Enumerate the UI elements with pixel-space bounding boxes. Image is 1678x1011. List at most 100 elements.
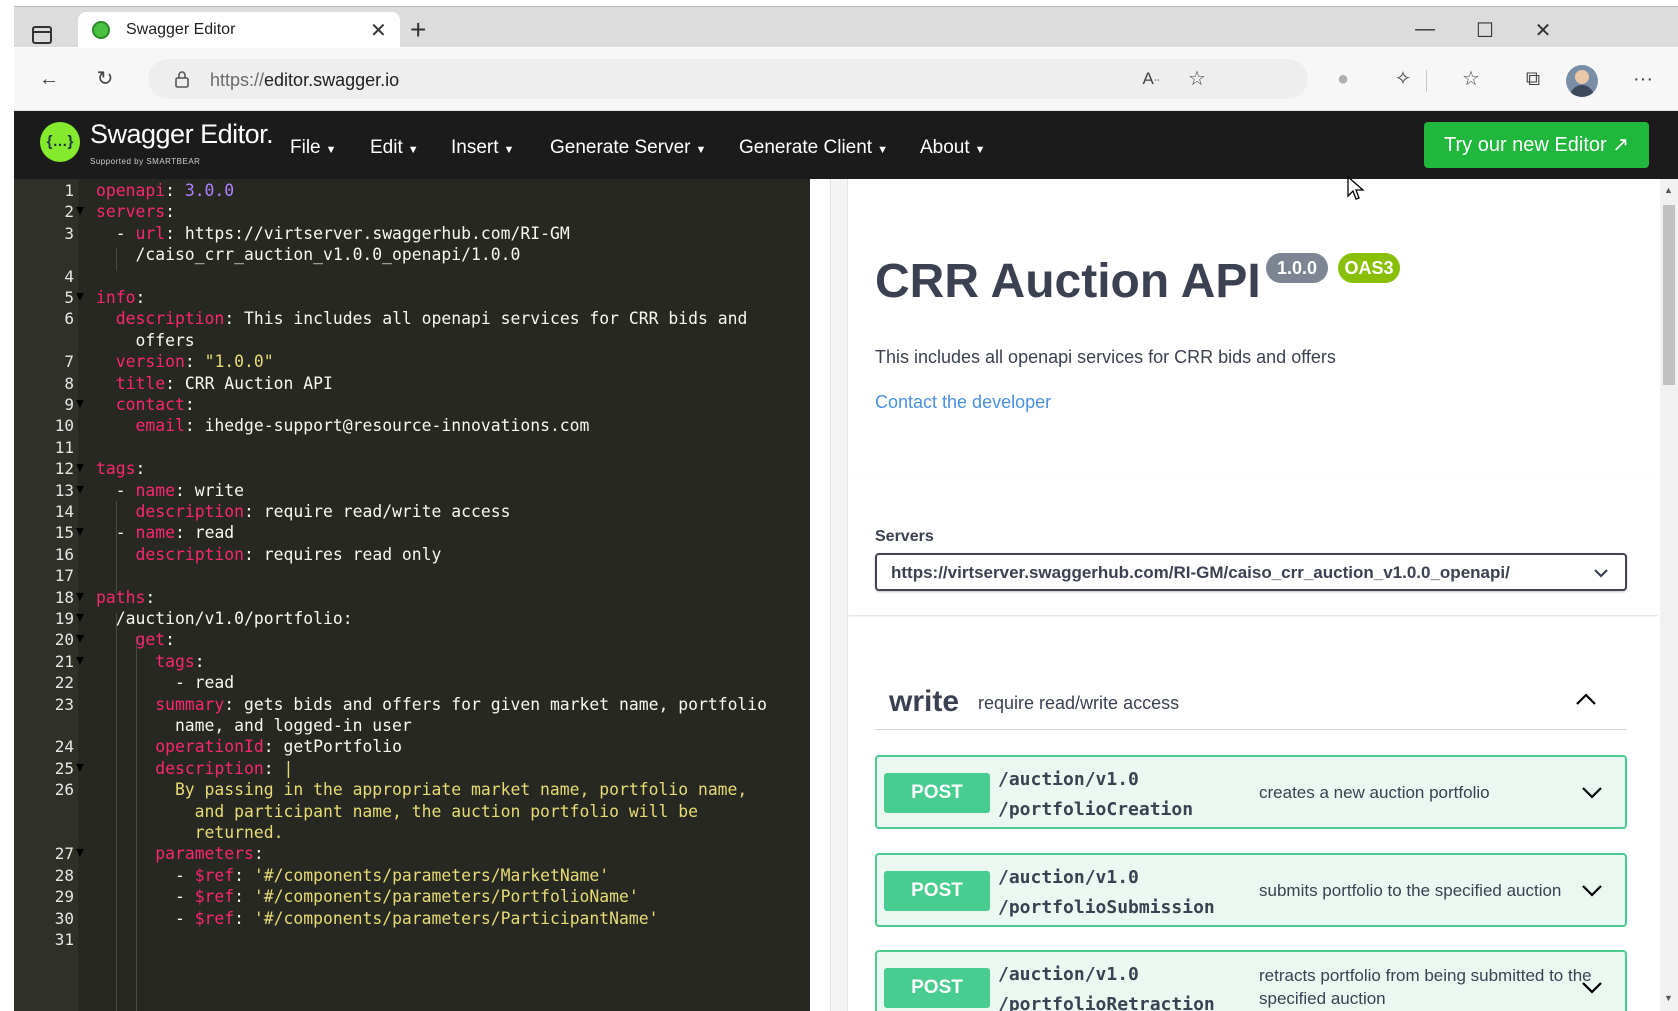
servers-selected-value: https://virtserver.swaggerhub.com/RI-GM/… [891,563,1510,582]
method-badge: POST [884,968,990,1008]
servers-section [848,475,1658,615]
browser-tab[interactable]: Swagger Editor ✕ [78,12,400,48]
code-line[interactable]: description: This includes all openapi s… [96,307,748,330]
read-aloud-icon[interactable]: Aᐧᐧ [1138,66,1164,92]
back-icon[interactable]: ← [36,66,62,92]
contact-developer-link[interactable]: Contact the developer [875,392,1051,413]
fold-arrow-icon[interactable]: ▾ [76,286,84,306]
code-line[interactable]: title: CRR Auction API [96,372,333,395]
more-icon[interactable]: ··· [1630,66,1656,92]
chevron-down-icon[interactable] [1581,781,1603,803]
pane-splitter[interactable] [830,179,848,1011]
code-line[interactable]: info: [96,286,145,309]
code-line[interactable]: offers [96,329,194,352]
fold-arrow-icon[interactable]: ▾ [76,393,84,413]
line-number: 15 [54,523,74,543]
code-line[interactable]: tags: [96,650,204,673]
fold-arrow-icon[interactable]: ▾ [76,586,84,606]
line-number: 30 [54,908,74,928]
url-input[interactable]: https://editor.swagger.io Aᐧᐧ ☆ [148,59,1308,99]
yaml-editor[interactable]: ▲ ▼ 1openapi: 3.0.02▾servers:3 - url: ht… [14,179,810,1011]
fold-arrow-icon[interactable]: ▾ [76,200,84,220]
code-line[interactable]: description: require read/write access [96,500,510,523]
preview-scrollbar-thumb[interactable] [1663,205,1675,385]
code-line[interactable]: /caiso_crr_auction_v1.0.0_openapi/1.0.0 [96,243,520,266]
swagger-topbar: {…} Swagger Editor. Supported by SMARTBE… [14,111,1678,179]
scroll-down-icon[interactable]: ▼ [1664,993,1673,1003]
add-favorite-icon[interactable]: ☆ [1184,66,1210,92]
code-line[interactable]: servers: [96,200,175,223]
operation-post-portfolio-creation[interactable]: POST /auction/v1.0/portfolioCreation cre… [875,755,1627,829]
menu-generate-server[interactable]: Generate Server ▼ [550,137,706,159]
fold-arrow-icon[interactable]: ▾ [76,757,84,777]
chevron-down-icon[interactable] [1581,976,1603,998]
favorites-icon[interactable]: ☆ [1458,66,1484,92]
chevron-down-icon[interactable] [1581,879,1603,901]
minimize-icon[interactable]: — [1410,18,1440,48]
profile-avatar[interactable] [1566,65,1598,97]
new-tab-button[interactable]: + [410,16,426,44]
menu-file[interactable]: File ▼ [290,137,337,159]
fold-arrow-icon[interactable]: ▾ [76,650,84,670]
code-line[interactable]: tags: [96,457,145,480]
code-line[interactable]: - name: read [96,521,234,544]
line-number: 28 [54,865,74,885]
code-line[interactable]: - $ref: '#/components/parameters/Portfol… [96,885,639,908]
close-window-icon[interactable]: ✕ [1528,18,1558,48]
extensions-icon[interactable]: ✧ [1390,66,1416,92]
try-new-editor-button[interactable]: Try our new Editor ↗ [1424,122,1649,168]
code-line[interactable]: /auction/v1.0/portfolio: [96,607,353,630]
refresh-icon[interactable]: ↻ [92,66,118,92]
lock-icon[interactable] [174,70,190,88]
fold-arrow-icon[interactable]: ▾ [76,607,84,627]
scroll-up-icon[interactable]: ▲ [1664,185,1673,195]
code-line[interactable]: summary: gets bids and offers for given … [96,693,767,716]
code-line[interactable]: returned. [96,821,284,844]
collections-icon[interactable]: ⧉ [1520,66,1546,92]
code-line[interactable]: description: | [96,757,293,780]
fold-arrow-icon[interactable]: ▾ [76,521,84,541]
fold-arrow-icon[interactable]: ▾ [76,842,84,862]
code-line[interactable]: - $ref: '#/components/parameters/MarketN… [96,864,609,887]
code-line[interactable]: By passing in the appropriate market nam… [96,778,747,801]
code-line[interactable]: - read [96,671,234,694]
code-line[interactable]: parameters: [96,842,264,865]
swagger-logo-icon[interactable]: {…} [40,122,80,162]
menu-generate-client[interactable]: Generate Client ▼ [739,137,888,159]
fold-arrow-icon[interactable]: ▾ [76,479,84,499]
tab-actions-icon[interactable] [30,23,54,47]
code-line[interactable]: - name: write [96,479,244,502]
code-line[interactable]: contact: [96,393,195,416]
fold-arrow-icon[interactable]: ▾ [76,457,84,477]
code-line[interactable]: operationId: getPortfolio [96,735,402,758]
preview-scrollbar[interactable]: ▲ ▼ [1660,179,1678,1011]
code-line[interactable]: paths: [96,586,155,609]
code-line[interactable]: - url: https://virtserver.swaggerhub.com… [96,222,570,245]
fold-arrow-icon[interactable]: ▾ [76,628,84,648]
code-line[interactable]: and participant name, the auction portfo… [96,800,698,823]
operation-summary: creates a new auction portfolio [1259,783,1490,802]
line-number: 1 [64,181,74,200]
maximize-icon[interactable]: ☐ [1470,18,1500,48]
menu-edit[interactable]: Edit ▼ [370,137,419,159]
servers-select[interactable]: https://virtserver.swaggerhub.com/RI-GM/… [875,553,1627,591]
code-line[interactable]: description: requires read only [96,543,441,566]
line-number: 11 [54,437,74,457]
code-line[interactable]: name, and logged-in user [96,714,412,737]
code-line[interactable]: - $ref: '#/components/parameters/Partici… [96,907,659,930]
code-line[interactable]: openapi: 3.0.0 [96,179,234,202]
code-line[interactable]: email: ihedge-support@resource-innovatio… [96,414,589,437]
operation-post-portfolio-submission[interactable]: POST /auction/v1.0/portfolioSubmission s… [875,853,1627,927]
tag-section-header[interactable]: write require read/write access [875,677,1627,730]
line-number: 18 [54,587,74,607]
menu-about[interactable]: About ▼ [920,137,986,159]
brand-name: Swagger Editor. [90,119,274,149]
menu-insert[interactable]: Insert ▼ [451,137,514,159]
chevron-up-icon[interactable] [1575,689,1597,711]
mouse-cursor-icon [1347,176,1365,200]
operation-post-portfolio-retraction[interactable]: POST /auction/v1.0/portfolioRetraction r… [875,950,1627,1011]
extension-icon[interactable]: ● [1330,66,1356,92]
tab-close-icon[interactable]: ✕ [370,18,387,43]
code-line[interactable]: get: [96,628,174,651]
code-line[interactable]: version: "1.0.0" [96,350,274,373]
